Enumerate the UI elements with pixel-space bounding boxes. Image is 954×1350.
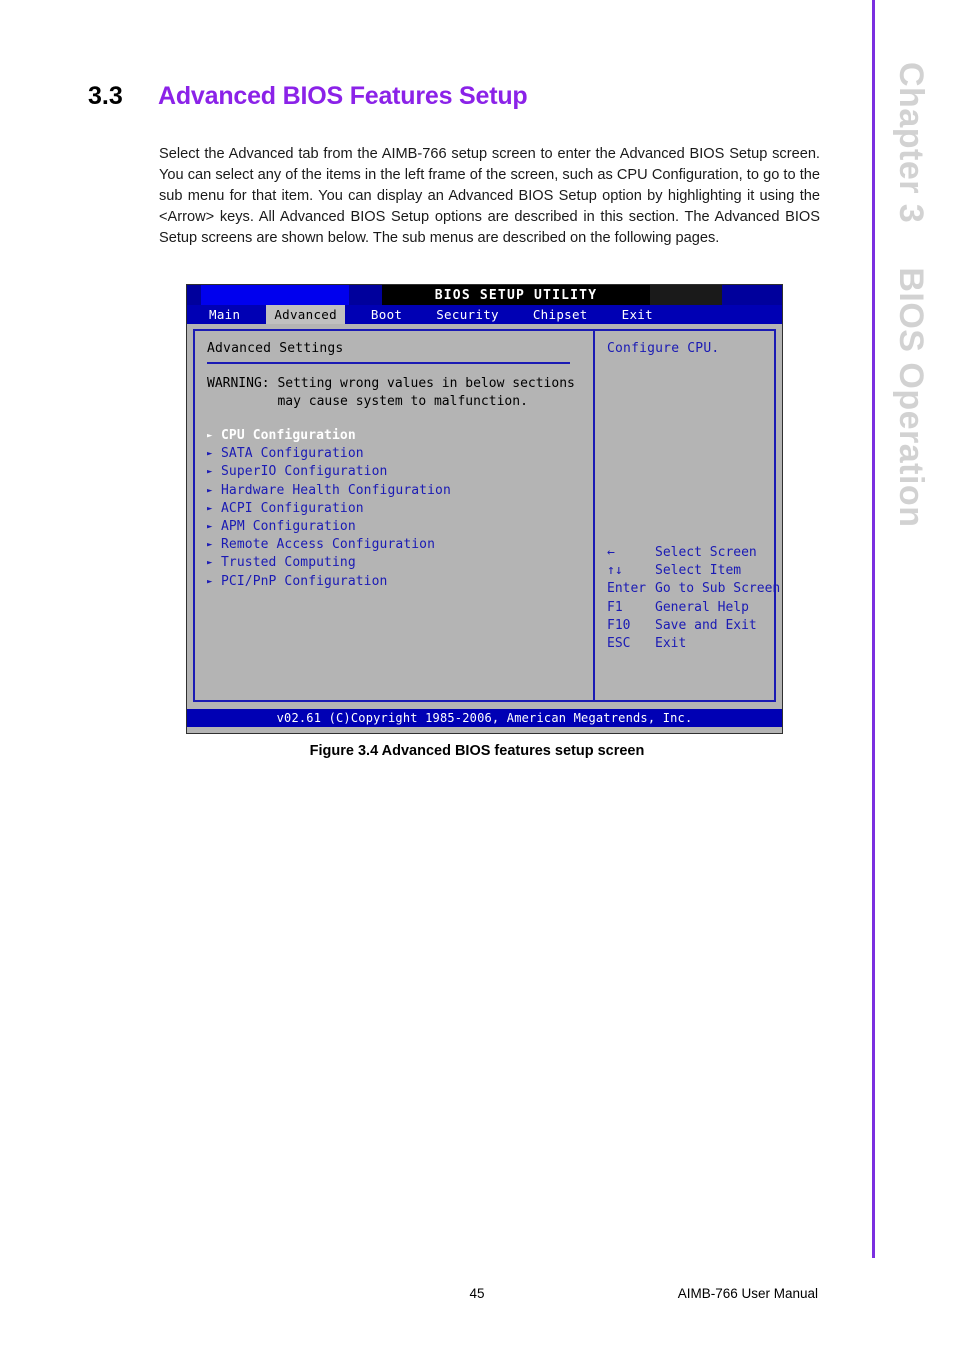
menu-spacer-2: [345, 305, 363, 324]
warning-line-2: may cause system to malfunction.: [207, 394, 528, 409]
settings-panel-divider: [207, 362, 570, 364]
bios-tab-advanced[interactable]: Advanced: [266, 305, 345, 324]
menu-spacer-1: [248, 305, 266, 324]
menu-item-pci-pnp-configuration[interactable]: ► PCI/PnP Configuration: [207, 573, 593, 591]
menu-item-label: SATA Configuration: [221, 446, 364, 462]
help-text: Configure CPU.: [607, 341, 720, 356]
menu-item-label: ACPI Configuration: [221, 500, 364, 516]
menu-item-sata-configuration[interactable]: ► SATA Configuration: [207, 445, 593, 463]
triangle-right-icon: ►: [207, 540, 213, 551]
arrow-up-down-icon: ↑↓: [607, 563, 623, 579]
key-legend-key: Enter: [607, 581, 647, 597]
menu-spacer-3: [410, 305, 428, 324]
triangle-right-icon: ►: [207, 576, 213, 587]
bios-settings-panel: Advanced Settings WARNING: Setting wrong…: [195, 331, 595, 700]
title-bar-segment-mid: [349, 285, 382, 305]
key-legend-row-f1: F1 General Help: [607, 599, 782, 617]
warning-line-1: WARNING: Setting wrong values in below s…: [207, 376, 575, 391]
key-legend-desc: Save and Exit: [655, 617, 757, 633]
menu-item-label: Trusted Computing: [221, 555, 356, 571]
title-bar-segment-dark: [650, 285, 722, 305]
key-legend-row-enter: Enter Go to Sub Screen: [607, 580, 782, 598]
key-legend-desc: General Help: [655, 599, 749, 615]
menu-spacer-5: [596, 305, 614, 324]
bios-tab-main[interactable]: Main: [201, 305, 248, 324]
bios-tab-exit[interactable]: Exit: [614, 305, 661, 324]
intro-paragraph: Select the Advanced tab from the AIMB-76…: [159, 145, 820, 247]
menu-item-label: SuperIO Configuration: [221, 464, 388, 480]
bios-tab-chipset[interactable]: Chipset: [525, 305, 596, 324]
menu-item-apm-configuration[interactable]: ► APM Configuration: [207, 518, 593, 536]
bios-setup-screenshot: BIOS SETUP UTILITY Main Advanced Boot Se…: [186, 284, 783, 734]
triangle-right-icon: ►: [207, 522, 213, 533]
key-legend-row-select-screen: ← Select Screen: [607, 544, 782, 562]
triangle-right-icon: ►: [207, 558, 213, 569]
bios-tab-boot[interactable]: Boot: [363, 305, 410, 324]
title-bar-segment-left: [187, 285, 201, 305]
menu-item-label: Hardware Health Configuration: [221, 482, 451, 498]
chapter-rail-label-chapter: Chapter 3: [892, 62, 930, 224]
page-title: 3.3 Advanced BIOS Features Setup: [88, 82, 848, 122]
menu-item-hardware-health-configuration[interactable]: ► Hardware Health Configuration: [207, 482, 593, 500]
bios-copyright-bar: v02.61 (C)Copyright 1985-2006, American …: [187, 709, 782, 727]
key-legend-desc: Select Item: [655, 563, 742, 579]
menu-item-cpu-configuration[interactable]: ► CPU Configuration: [207, 427, 593, 445]
chapter-rail-label-topic: BIOS Operation: [892, 267, 930, 528]
settings-panel-heading: Advanced Settings: [207, 341, 344, 356]
menu-item-trusted-computing[interactable]: ► Trusted Computing: [207, 554, 593, 572]
bios-title-text: BIOS SETUP UTILITY: [382, 285, 650, 305]
key-legend-row-f10: F10 Save and Exit: [607, 617, 782, 635]
key-legend-row-esc: ESC Exit: [607, 635, 782, 653]
arrow-left-icon: ←: [607, 545, 615, 560]
bios-title-bar: BIOS SETUP UTILITY: [187, 285, 782, 305]
triangle-right-icon: ►: [207, 467, 213, 478]
menu-item-label: PCI/PnP Configuration: [221, 573, 388, 589]
menu-spacer-4: [507, 305, 525, 324]
menu-item-acpi-configuration[interactable]: ► ACPI Configuration: [207, 500, 593, 518]
key-legend-row-select-item: ↑↓ Select Item: [607, 562, 782, 580]
menu-item-label: Remote Access Configuration: [221, 537, 436, 553]
chapter-rail-label: Chapter 3 BIOS Operation: [868, 62, 954, 662]
bios-menu-bar: Main Advanced Boot Security Chipset Exit: [187, 305, 782, 324]
bios-content-area: Advanced Settings WARNING: Setting wrong…: [193, 329, 780, 702]
triangle-right-icon: ►: [207, 449, 213, 460]
menu-item-label: CPU Configuration: [221, 428, 356, 443]
section-title: Advanced BIOS Features Setup: [158, 82, 528, 110]
section-number: 3.3: [88, 82, 123, 110]
key-legend-key: ESC: [607, 636, 631, 652]
menu-item-label: APM Configuration: [221, 519, 356, 535]
key-legend-desc: Go to Sub Screen: [655, 581, 781, 597]
figure-caption: Figure 3.4 Advanced BIOS features setup …: [309, 743, 645, 759]
settings-menu-list: ► CPU Configuration ► SATA Configuration…: [207, 427, 593, 591]
key-legend-key: F1: [607, 599, 623, 615]
menu-item-superio-configuration[interactable]: ► SuperIO Configuration: [207, 463, 593, 481]
key-legend-key: F10: [607, 617, 631, 633]
triangle-right-icon: ►: [207, 431, 213, 441]
title-bar-segment-bright: [201, 285, 349, 305]
key-legend-desc: Exit: [655, 636, 687, 652]
title-bar-segment-right: [722, 285, 782, 305]
bios-help-panel: Configure CPU. ← Select Screen ↑↓ Select…: [595, 331, 780, 700]
key-legend-desc: Select Screen: [655, 545, 757, 560]
menu-item-remote-access-configuration[interactable]: ► Remote Access Configuration: [207, 536, 593, 554]
triangle-right-icon: ►: [207, 485, 213, 496]
triangle-right-icon: ►: [207, 503, 213, 514]
bios-tab-security[interactable]: Security: [428, 305, 507, 324]
key-legend: ← Select Screen ↑↓ Select Item Enter Go …: [607, 544, 782, 653]
manual-title: AIMB-766 User Manual: [677, 1286, 818, 1301]
warning-text: WARNING: Setting wrong values in below s…: [207, 375, 593, 411]
